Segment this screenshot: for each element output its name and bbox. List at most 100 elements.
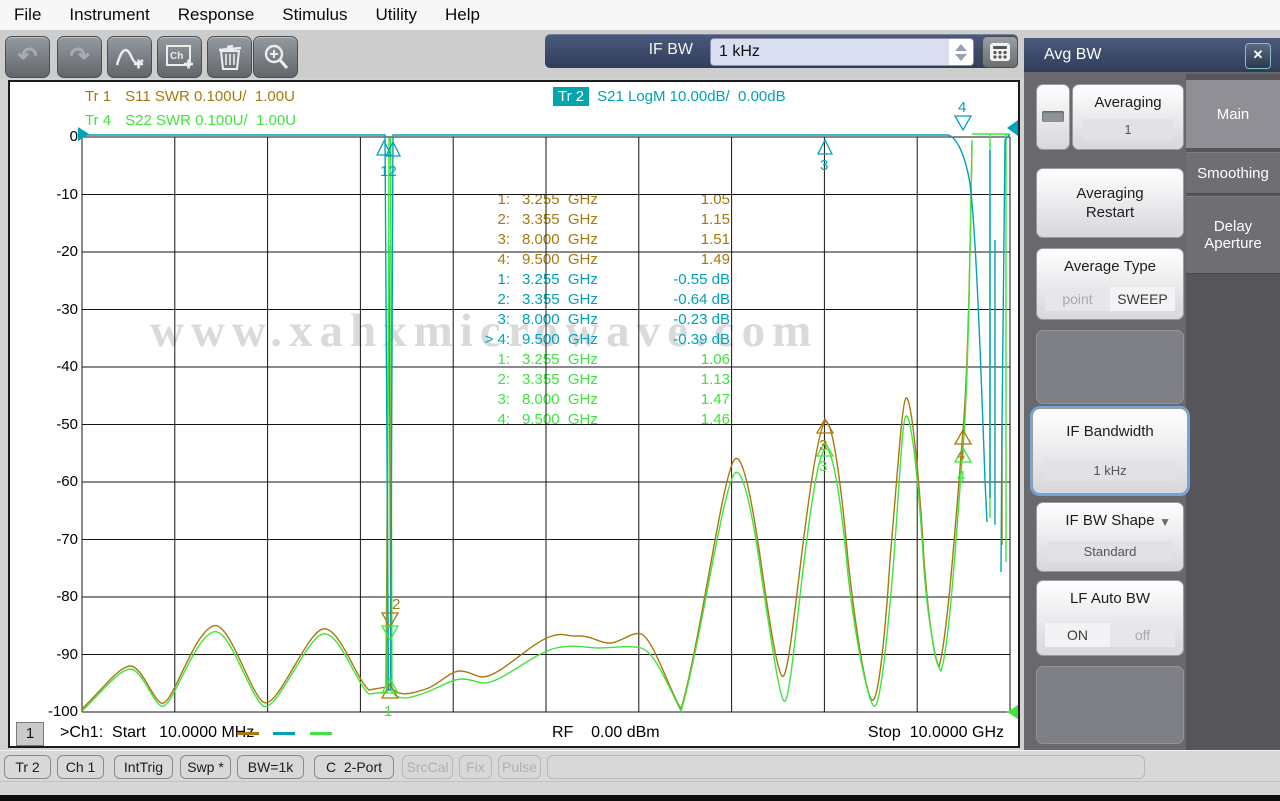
averaging-value: 1 (1083, 119, 1173, 140)
menu-response[interactable]: Response (164, 1, 269, 29)
marker-row-active: > 4: 9.500 GHz -0.39 dB (484, 331, 730, 348)
status-bw-button[interactable]: BW=1k (237, 755, 304, 779)
channel-number-badge[interactable]: 1 (16, 722, 44, 746)
window-bottom-edge (0, 795, 1280, 801)
marker-row: 2: 3.355 GHz -0.64 dB (497, 291, 730, 308)
average-type-point[interactable]: point (1045, 287, 1110, 311)
trace4-header[interactable]: Tr 4 S22 SWR 0.100U/ 1.00U (85, 110, 296, 130)
menu-utility[interactable]: Utility (361, 1, 431, 29)
redo-icon: ↷ (69, 43, 90, 70)
average-type-button[interactable]: Average Type point SWEEP (1036, 248, 1184, 320)
averaging-led-button[interactable] (1036, 84, 1070, 150)
marker-row: 2: 3.355 GHz 1.15 (497, 211, 730, 228)
tab-smoothing[interactable]: Smoothing (1186, 152, 1280, 194)
marker-row: 3: 8.000 GHz -0.23 dB (497, 311, 730, 328)
y-tick-50: -50 (56, 415, 78, 433)
avg-bw-panel: Avg BW ✕ Main Smoothing Delay Aperture A… (1024, 38, 1280, 770)
trace1-header[interactable]: Tr 1 S11 SWR 0.100U/ 1.00U (85, 86, 295, 106)
averaging-restart-button[interactable]: Averaging Restart (1036, 168, 1184, 238)
stimulus-start: >Ch1: Start 10.0000 MHz (60, 724, 255, 741)
tab-main[interactable]: Main (1186, 80, 1280, 148)
spinner-up-icon[interactable] (955, 43, 967, 51)
trace4-id: Tr 4 (85, 111, 112, 129)
y-tick-80: -80 (56, 588, 78, 605)
if-bandwidth-label: IF Bandwidth (1066, 423, 1154, 440)
lf-auto-bw-button[interactable]: LF Auto BW ON off (1036, 580, 1184, 656)
panel-close-button[interactable]: ✕ (1245, 43, 1271, 69)
menu-file[interactable]: File (0, 1, 55, 29)
if-bandwidth-button[interactable]: IF Bandwidth 1 kHz (1030, 406, 1190, 496)
y-tick-30: -30 (56, 300, 78, 318)
stimulus-rf-power: RF 0.00 dBm (552, 724, 660, 741)
chart-panel: Tr 1 S11 SWR 0.100U/ 1.00U Tr 2 S21 LogM… (8, 80, 1020, 748)
y-tick-70: -70 (56, 530, 78, 548)
trace4-desc: S22 SWR 0.100U/ 1.00U (125, 111, 297, 129)
status-fix-button: Fix (459, 755, 492, 779)
add-trace-button[interactable] (107, 36, 152, 78)
spinner-down-icon[interactable] (955, 53, 967, 61)
trace2-header[interactable]: Tr 2 S21 LogM 10.00dB/ 0.00dB (553, 86, 786, 106)
svg-text:Ch: Ch (170, 51, 183, 62)
disabled-softkey-1 (1036, 330, 1184, 404)
y-tick-0: 0 (69, 128, 78, 145)
lf-auto-bw-on[interactable]: ON (1045, 623, 1110, 647)
averaging-restart-label: Averaging Restart (1076, 185, 1144, 221)
average-type-toggle[interactable]: point SWEEP (1045, 287, 1175, 311)
y-tick-60: -60 (56, 473, 78, 490)
if-bw-spinner[interactable] (949, 39, 973, 65)
average-type-label: Average Type (1063, 258, 1156, 275)
marker-row: 2: 3.355 GHz 1.13 (497, 371, 730, 388)
y-tick-20: -20 (56, 243, 78, 260)
trace4-color-dash (309, 732, 332, 736)
trace2-color-dash (273, 732, 296, 736)
menu-instrument[interactable]: Instrument (55, 1, 163, 29)
delete-button[interactable] (207, 36, 252, 78)
keypad-button[interactable] (982, 36, 1018, 68)
marker-row: 4: 9.500 GHz 1.46 (497, 411, 730, 428)
if-bw-shape-value: Standard (1047, 541, 1173, 562)
zoom-icon (264, 44, 288, 69)
trash-icon (218, 44, 241, 70)
keypad-icon (990, 43, 1010, 61)
trace1-color-dash (237, 732, 259, 736)
status-message-field (547, 755, 1145, 779)
undo-button[interactable]: ↶ (5, 36, 50, 78)
marker-row: 1: 3.255 GHz 1.05 (497, 191, 730, 208)
y-tick-100: -100 (47, 703, 78, 720)
averaging-button[interactable]: Averaging 1 (1072, 84, 1184, 150)
if-bw-shape-button[interactable]: IF BW Shape ▼ Standard (1036, 502, 1184, 572)
if-bw-input[interactable] (711, 39, 949, 65)
lf-auto-bw-toggle[interactable]: ON off (1045, 623, 1175, 647)
lf-auto-bw-off[interactable]: off (1110, 623, 1175, 647)
marker-row: 4: 9.500 GHz 1.49 (497, 251, 730, 268)
status-trigger-button[interactable]: IntTrig (114, 755, 173, 779)
redo-button[interactable]: ↷ (57, 36, 102, 78)
menu-bar: File Instrument Response Stimulus Utilit… (0, 0, 1280, 31)
zoom-button[interactable] (253, 36, 298, 78)
status-channel-button[interactable]: Ch 1 (57, 755, 104, 779)
status-pulse-button: Pulse (498, 755, 541, 779)
status-cal-button[interactable]: C 2-Port (314, 755, 394, 779)
menu-stimulus[interactable]: Stimulus (268, 1, 361, 29)
marker-row: 3: 8.000 GHz 1.47 (497, 391, 730, 408)
disabled-softkey-2 (1036, 666, 1184, 744)
trace2-desc: S21 LogM 10.00dB/ 0.00dB (597, 87, 786, 105)
averaging-led-indicator (1042, 111, 1064, 122)
lf-auto-bw-label: LF Auto BW (1069, 590, 1151, 607)
channel-footer: 1 >Ch1: Start 10.0000 MHz RF 0.00 dBm St… (10, 722, 1014, 746)
marker-row: 1: 3.255 GHz 1.06 (497, 351, 730, 368)
add-channel-button[interactable]: Ch (157, 36, 202, 78)
status-trace-button[interactable]: Tr 2 (4, 755, 51, 779)
tab-delay-aperture[interactable]: Delay Aperture (1186, 196, 1280, 274)
add-trace-icon (115, 48, 144, 69)
vna-application-window: File Instrument Response Stimulus Utilit… (0, 0, 1280, 801)
add-channel-icon: Ch (165, 45, 193, 69)
if-bw-toolbar-group: IF BW (545, 34, 1018, 68)
lower-strip (0, 781, 1280, 796)
menu-help[interactable]: Help (431, 1, 494, 29)
status-sweep-button[interactable]: Swp * (180, 755, 231, 779)
panel-header: Avg BW ✕ (1024, 38, 1280, 72)
averaging-label: Averaging (1094, 94, 1162, 111)
average-type-sweep[interactable]: SWEEP (1110, 287, 1175, 311)
y-tick-10: -10 (56, 185, 78, 203)
